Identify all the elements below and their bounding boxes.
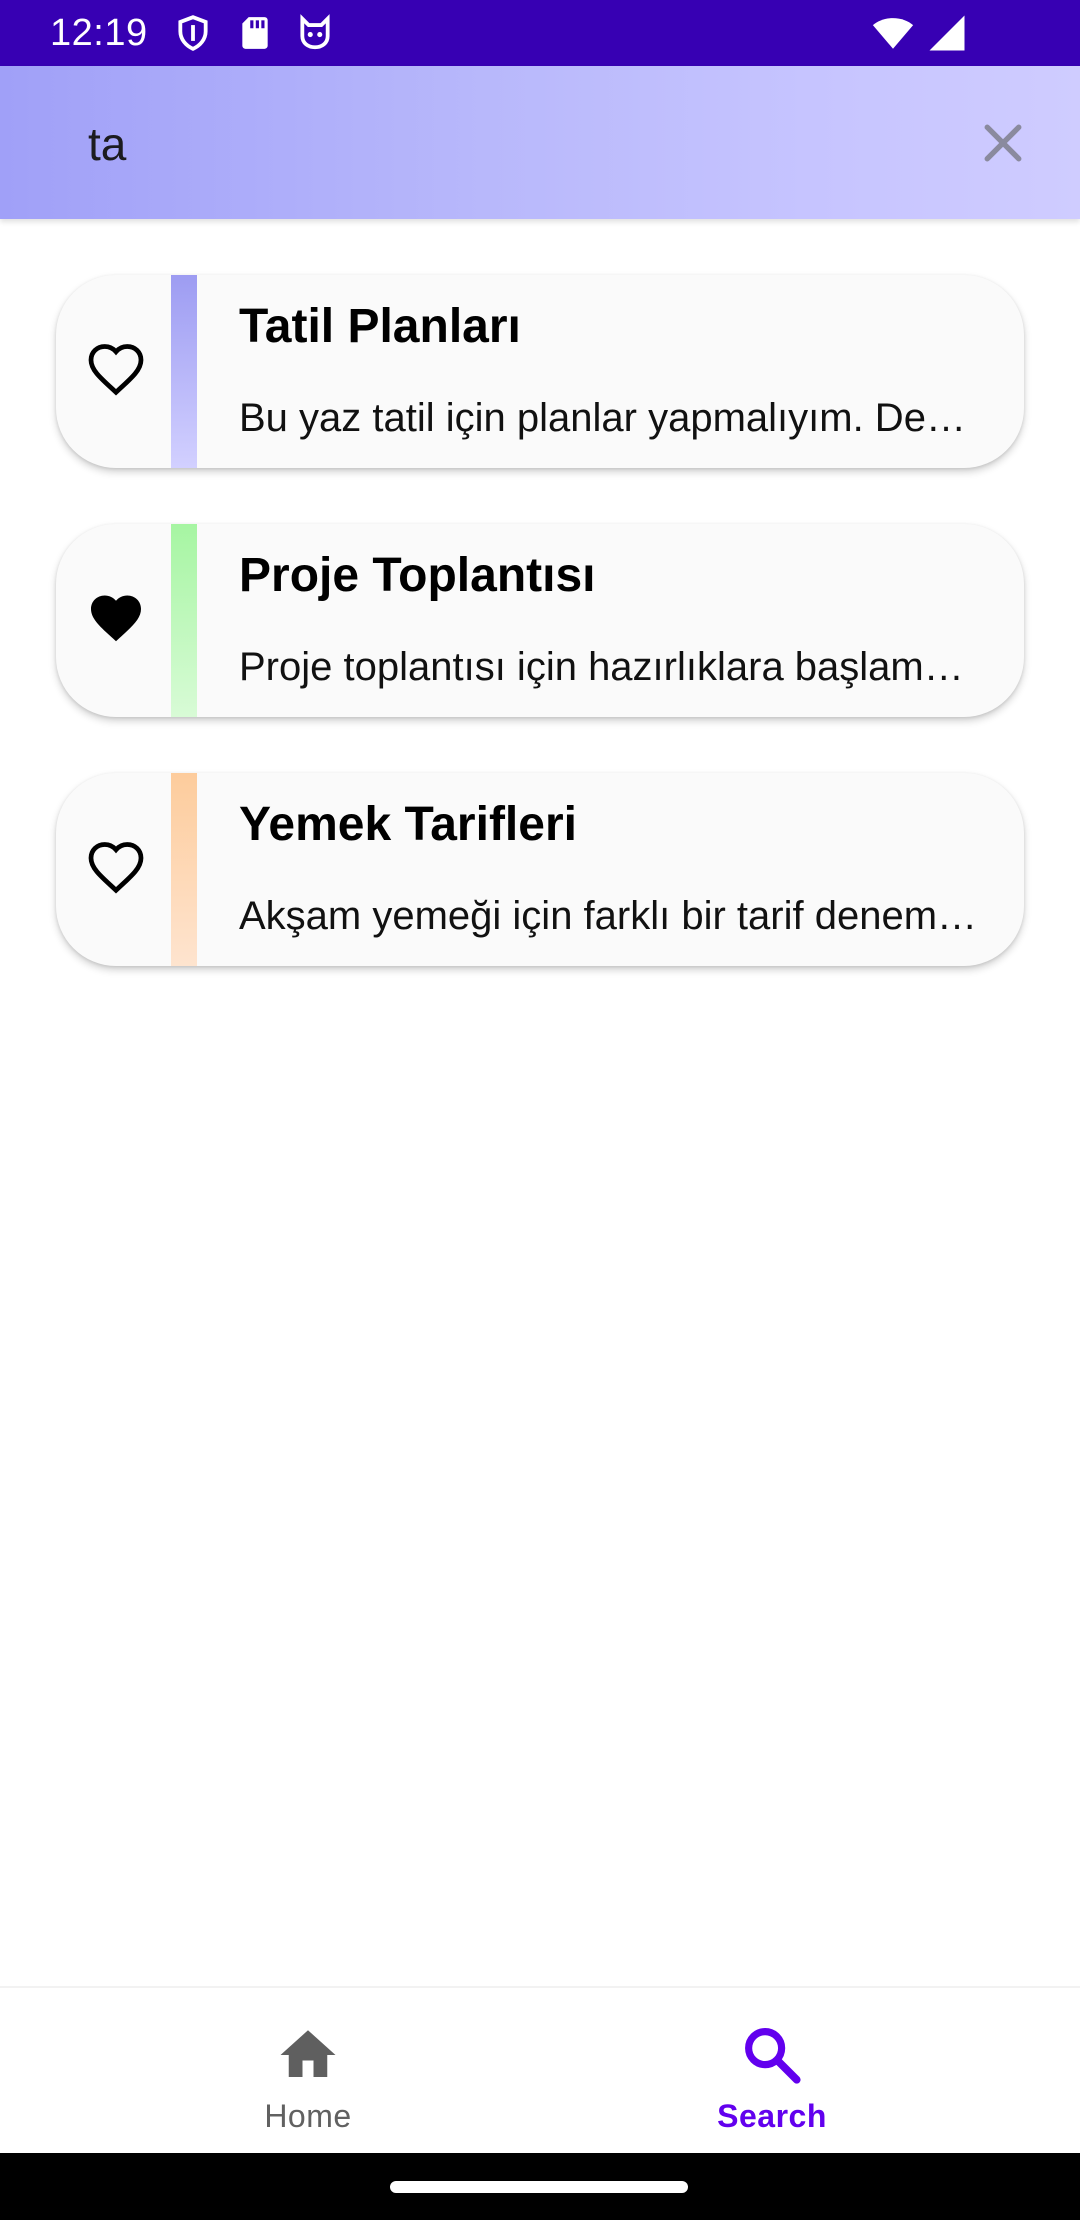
bottom-navigation: Home Search	[0, 1986, 1080, 2153]
heart-outline-icon[interactable]	[86, 839, 146, 899]
nav-item-home[interactable]: Home	[38, 1988, 578, 2155]
status-right-icons	[872, 12, 968, 54]
sd-card-icon	[242, 17, 268, 49]
status-time: 12:19	[50, 12, 148, 54]
note-title: Tatil Planları	[239, 300, 521, 353]
note-color-strip	[171, 524, 197, 717]
nav-item-search[interactable]: Search	[502, 1988, 1042, 2155]
note-color-strip	[171, 773, 197, 966]
note-body: Bu yaz tatil için planlar yapmalıyım. De…	[239, 396, 984, 440]
status-bar: 12:19	[0, 0, 1080, 66]
home-gesture-handle[interactable]	[390, 2181, 688, 2193]
search-bar: ta	[0, 66, 1080, 219]
note-card[interactable]: Proje Toplantısı Proje toplantısı için h…	[56, 524, 1024, 717]
search-input[interactable]: ta	[88, 116, 126, 172]
cellular-signal-icon	[929, 15, 965, 51]
heart-filled-icon[interactable]	[86, 590, 146, 650]
nav-label-home: Home	[264, 2098, 352, 2134]
home-icon	[280, 2030, 336, 2077]
note-card[interactable]: Tatil Planları Bu yaz tatil için planlar…	[56, 275, 1024, 468]
wifi-icon	[872, 18, 914, 49]
note-body: Akşam yemeği için farklı bir tarif denem…	[239, 894, 984, 938]
note-body: Proje toplantısı için hazırlıklara başla…	[239, 645, 984, 689]
heart-outline-icon[interactable]	[86, 341, 146, 401]
search-icon	[745, 2028, 801, 2084]
note-title: Yemek Tarifleri	[239, 798, 577, 851]
app-screen: 12:19 ta Tatil Planları Bu yaz tatil içi…	[0, 0, 1080, 2220]
note-color-strip	[171, 275, 197, 468]
close-icon[interactable]	[976, 116, 1030, 170]
note-title: Proje Toplantısı	[239, 549, 596, 602]
notes-list: Tatil Planları Bu yaz tatil için planlar…	[56, 275, 1024, 1022]
nav-label-search: Search	[717, 2098, 827, 2134]
note-card[interactable]: Yemek Tarifleri Akşam yemeği için farklı…	[56, 773, 1024, 966]
shield-icon	[178, 15, 208, 51]
cat-face-icon	[300, 14, 330, 50]
gesture-navigation-bar	[0, 2153, 1080, 2220]
